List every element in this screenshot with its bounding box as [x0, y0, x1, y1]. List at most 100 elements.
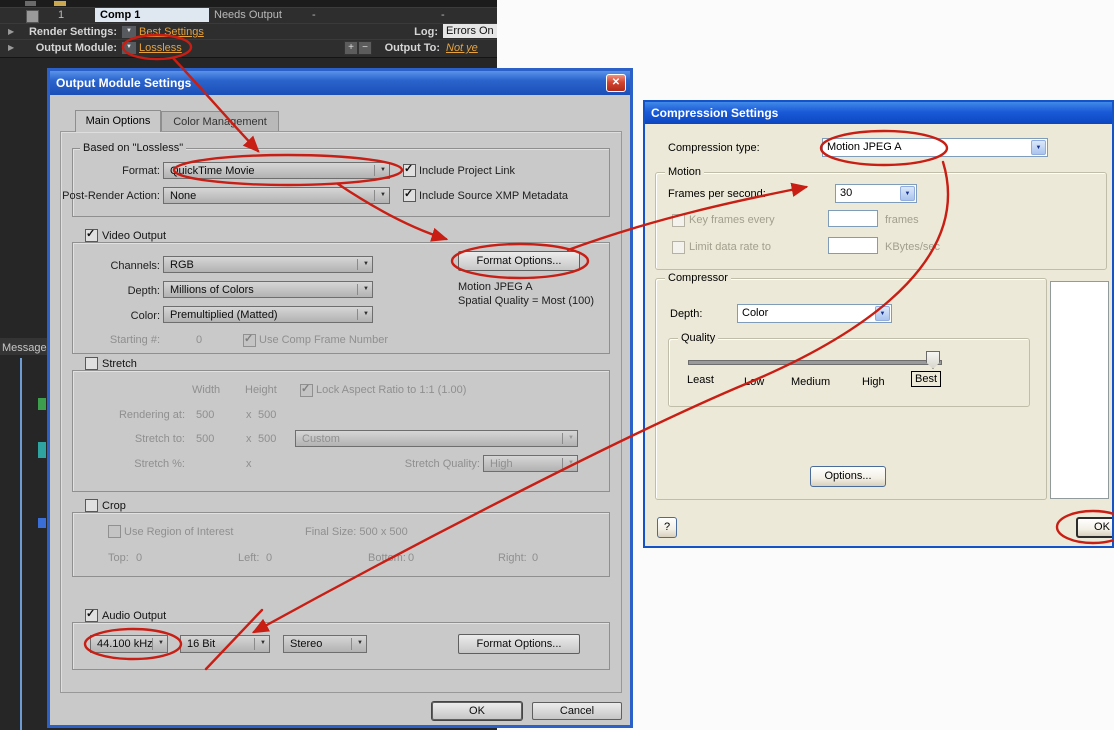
render-item-index: 1	[58, 9, 65, 21]
log-dropdown[interactable]: Errors On	[443, 24, 497, 38]
group-based-on-label: Based on "Lossless"	[80, 142, 187, 154]
final-size-label: Final Size: 500 x 500	[305, 526, 408, 538]
output-module-settings-dialog: Output Module Settings ✕ Main Options Co…	[47, 68, 633, 728]
post-render-dropdown[interactable]: None	[163, 187, 390, 204]
ok-button[interactable]: OK	[432, 702, 522, 720]
background-fragment	[38, 442, 46, 458]
audio-depth-value: 16 Bit	[187, 638, 216, 650]
quality-tick-least: Least	[687, 374, 714, 386]
cs-title-bar[interactable]: Compression Settings	[645, 102, 1112, 124]
compression-type-value: Motion JPEG A	[827, 141, 902, 153]
message-tab: Message	[0, 338, 47, 355]
compression-settings-dialog: Compression Settings Compression type: M…	[643, 100, 1114, 548]
render-item-checkbox[interactable]	[26, 10, 39, 23]
video-format-options-button[interactable]: Format Options...	[458, 251, 580, 271]
group-crop	[72, 512, 610, 577]
video-output-label: Video Output	[102, 229, 167, 242]
crop-right-label: Right:	[498, 552, 527, 564]
channels-label: Channels:	[110, 260, 160, 272]
render-settings-dropdown-icon[interactable]: ▼	[121, 25, 137, 39]
audio-channels-dropdown[interactable]: Stereo	[283, 635, 367, 653]
compression-type-dropdown[interactable]: Motion JPEG A	[822, 138, 1048, 157]
help-button[interactable]: ?	[657, 517, 677, 538]
include-xmp-checkbox[interactable]	[403, 189, 416, 202]
audio-output-group-header[interactable]: Audio Output	[82, 607, 170, 622]
tab-main-options[interactable]: Main Options	[75, 110, 161, 132]
audio-depth-dropdown[interactable]: 16 Bit	[180, 635, 270, 653]
width-column-label: Width	[192, 384, 221, 396]
background-fragment	[38, 518, 46, 528]
include-xmp-label: Include Source XMP Metadata	[419, 190, 568, 202]
row-divider	[0, 39, 497, 40]
channels-value: RGB	[170, 259, 194, 271]
header-checkbox-icon	[25, 1, 36, 6]
close-icon[interactable]: ✕	[606, 74, 626, 92]
video-output-group-header[interactable]: Video Output	[82, 227, 170, 242]
stretch-checkbox[interactable]	[85, 357, 98, 370]
dropdown-arrow-icon: ▼	[126, 28, 132, 34]
rendering-height-value: 500	[258, 409, 277, 421]
audio-output-checkbox[interactable]	[85, 607, 98, 622]
depth-dropdown[interactable]: Millions of Colors	[163, 281, 373, 298]
cs-ok-button[interactable]: OK	[1076, 517, 1112, 538]
audio-format-options-button[interactable]: Format Options...	[458, 634, 580, 654]
tab-color-management[interactable]: Color Management	[161, 111, 279, 132]
crop-top-label: Top:	[108, 552, 129, 564]
group-based-on	[72, 148, 610, 217]
add-output-module-button[interactable]: +	[344, 41, 358, 55]
log-label: Log:	[414, 26, 438, 38]
quality-tick-low: Low	[744, 376, 765, 388]
kbytes-unit-label: KBytes/sec	[885, 241, 941, 253]
color-label: Color:	[130, 310, 160, 322]
stretch-to-label: Stretch to:	[134, 433, 185, 445]
crop-left-label: Left:	[238, 552, 260, 564]
audio-rate-dropdown[interactable]: 44.100 kHz	[90, 635, 168, 653]
stretch-group-header[interactable]: Stretch	[82, 357, 140, 370]
quality-tick-medium: Medium	[791, 376, 831, 388]
video-output-checkbox[interactable]	[85, 227, 98, 242]
render-status: Needs Output	[214, 9, 282, 21]
starting-number-label: Starting #:	[109, 334, 160, 346]
color-dropdown[interactable]: Premultiplied (Matted)	[163, 306, 373, 323]
oms-title-bar[interactable]: Output Module Settings ✕	[50, 71, 630, 95]
options-button[interactable]: Options...	[810, 466, 886, 487]
include-project-link-checkbox[interactable]	[403, 164, 416, 177]
render-queue-panel: 1 Comp 1 Needs Output - - ▶ Render Setti…	[0, 0, 497, 58]
output-to-label: Output To:	[384, 42, 440, 54]
codec-info-line2: Spatial Quality = Most (100)	[458, 295, 595, 307]
cs-depth-value: Color	[742, 307, 769, 319]
stretch-quality-label: Stretch Quality:	[404, 458, 480, 470]
depth-value: Millions of Colors	[170, 284, 254, 296]
format-dropdown[interactable]: QuickTime Movie	[163, 162, 390, 179]
crop-bottom-label: Bottom:	[368, 552, 406, 564]
comp-name-cell[interactable]: Comp 1	[95, 8, 209, 22]
cs-dialog-title: Compression Settings	[651, 106, 779, 120]
use-comp-frame-label: Use Comp Frame Number	[259, 334, 388, 346]
channels-dropdown[interactable]: RGB	[163, 256, 373, 273]
output-module-dropdown-icon[interactable]: ▼	[121, 41, 137, 55]
crop-checkbox[interactable]	[85, 499, 98, 512]
quality-tick-best: Best	[911, 371, 942, 387]
output-to-value[interactable]: Not ye	[446, 42, 478, 54]
cancel-button[interactable]: Cancel	[532, 702, 622, 720]
row-divider	[0, 23, 497, 24]
fps-dropdown[interactable]: 30	[835, 184, 917, 203]
quality-slider-track[interactable]	[688, 360, 942, 365]
crop-group-header[interactable]: Crop	[82, 499, 129, 512]
key-frames-input	[828, 210, 878, 227]
depth-label: Depth:	[127, 285, 160, 297]
height-column-label: Height	[245, 384, 277, 396]
color-value: Premultiplied (Matted)	[170, 309, 278, 321]
background-fragment	[38, 398, 46, 410]
close-glyph: ✕	[611, 77, 621, 88]
stretch-preset-value: Custom	[302, 433, 340, 445]
crop-right-value: 0	[532, 552, 539, 564]
stretch-preset-dropdown: Custom	[295, 430, 578, 447]
use-roi-checkbox	[108, 525, 121, 538]
output-module-value[interactable]: Lossless	[139, 42, 182, 54]
post-render-label: Post-Render Action:	[62, 190, 160, 202]
compressor-group-label: Compressor	[665, 272, 731, 284]
cs-depth-dropdown[interactable]: Color	[737, 304, 892, 323]
render-settings-value[interactable]: Best Settings	[139, 26, 204, 38]
compression-type-label: Compression type:	[668, 142, 760, 154]
